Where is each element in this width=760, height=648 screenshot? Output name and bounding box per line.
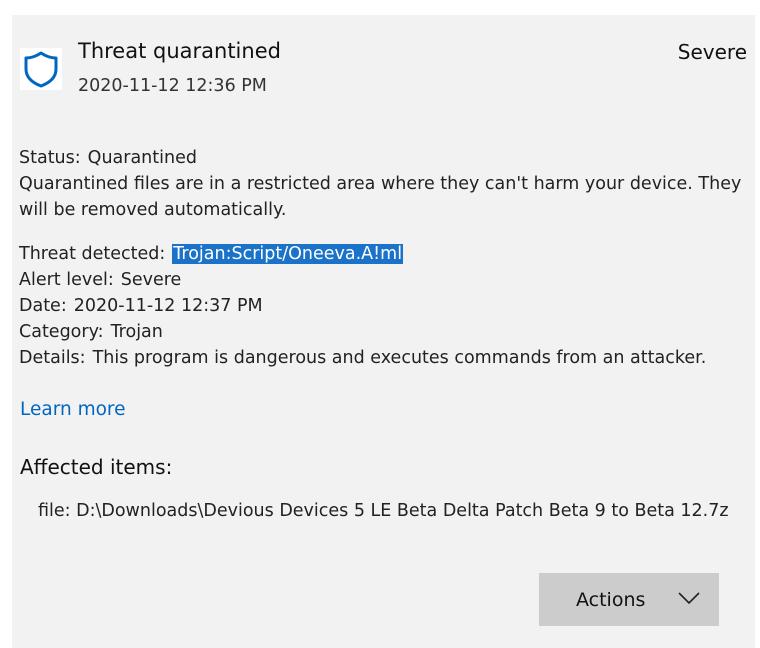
alert-level-value: Severe: [120, 270, 182, 290]
status-label: Status:: [19, 148, 81, 168]
status-row: Status: Quarantined: [19, 145, 197, 171]
category-value: Trojan: [110, 322, 163, 342]
status-value: Quarantined: [87, 148, 197, 168]
affected-items-heading: Affected items:: [20, 455, 173, 479]
status-description: Quarantined files are in a restricted ar…: [19, 174, 742, 220]
affected-item: file: D:\Downloads\Devious Devices 5 LE …: [38, 501, 729, 521]
threat-detected-row: Threat detected: Trojan:Script/Oneeva.A!m…: [19, 241, 404, 267]
category-label: Category:: [19, 322, 104, 342]
chevron-down-icon: [678, 592, 700, 605]
actions-button[interactable]: Actions: [539, 573, 719, 626]
shield-icon: [20, 48, 62, 90]
alert-level-label: Alert level:: [19, 270, 114, 290]
threat-detected-label: Threat detected:: [19, 244, 166, 264]
date-label: Date:: [19, 296, 67, 316]
severity-label: Severe: [677, 40, 747, 64]
details-label: Details:: [19, 348, 86, 368]
category-row: Category: Trojan: [19, 319, 163, 345]
date-row: Date: 2020-11-12 12:37 PM: [19, 293, 263, 319]
actions-button-label: Actions: [576, 588, 646, 611]
details-row: Details: This program is dangerous and ex…: [19, 345, 706, 371]
threat-title: Threat quarantined: [78, 39, 281, 63]
threat-timestamp: 2020-11-12 12:36 PM: [78, 76, 267, 96]
learn-more-link[interactable]: Learn more: [20, 399, 126, 420]
details-value: This program is dangerous and executes c…: [92, 348, 707, 368]
alert-level-row: Alert level: Severe: [19, 267, 181, 293]
date-value: 2020-11-12 12:37 PM: [73, 296, 263, 316]
threat-name-selected[interactable]: Trojan:Script/Oneeva.A!ml: [172, 244, 404, 264]
